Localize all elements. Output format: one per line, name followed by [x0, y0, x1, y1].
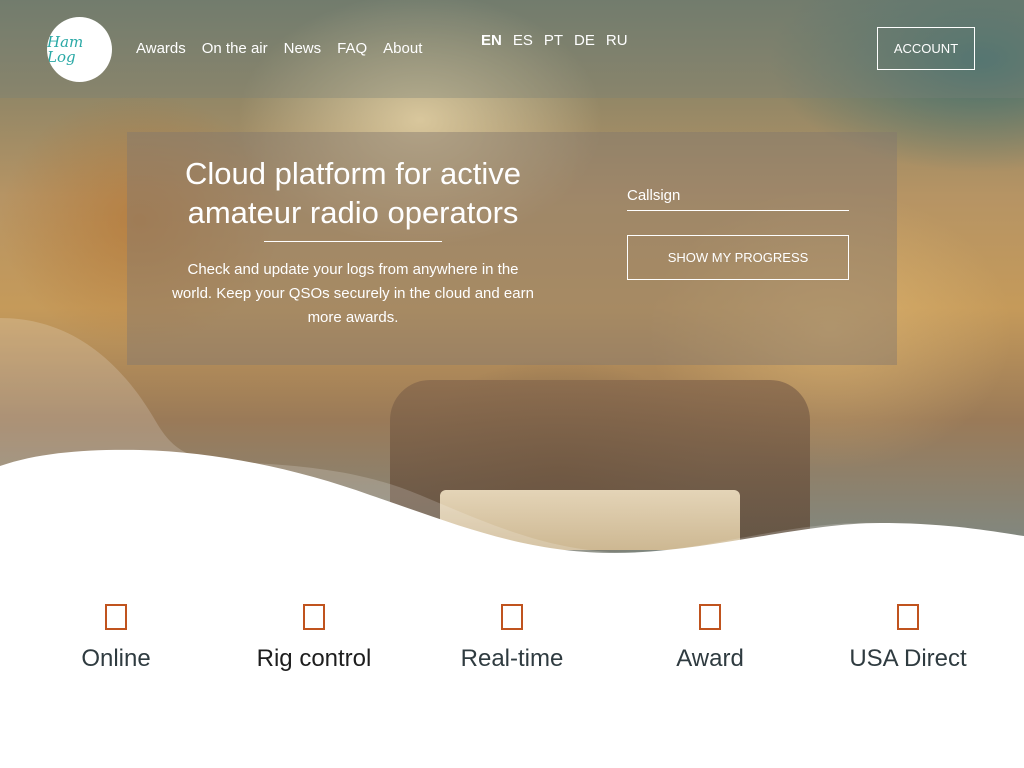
lang-ru[interactable]: RU — [606, 32, 628, 49]
title-divider — [264, 241, 442, 242]
nav-link-about[interactable]: About — [383, 40, 422, 57]
lang-de[interactable]: DE — [574, 32, 595, 49]
rig-icon — [303, 604, 325, 630]
feature-title: Online — [81, 645, 151, 672]
callsign-input[interactable] — [627, 180, 849, 211]
award-icon — [699, 604, 721, 630]
lang-en[interactable]: EN — [481, 32, 502, 49]
clock-icon — [501, 604, 523, 630]
feature-title: USA Direct — [849, 645, 967, 672]
nav-link-on-the-air[interactable]: On the air — [202, 40, 268, 57]
language-switcher: EN ES PT DE RU — [481, 32, 628, 49]
feature-online: Online — [17, 600, 215, 679]
feature-title: Award — [676, 645, 744, 672]
hero-description: Check and update your logs from anywhere… — [172, 261, 534, 326]
account-button[interactable]: ACCOUNT — [877, 27, 975, 70]
lang-es[interactable]: ES — [513, 32, 533, 49]
feature-award: Award — [611, 600, 809, 679]
hero-card: Cloud platform for active amateur radio … — [127, 132, 897, 365]
nav-link-faq[interactable]: FAQ — [337, 40, 367, 57]
hero-title: Cloud platform for active amateur radio … — [185, 156, 521, 230]
nav-link-news[interactable]: News — [284, 40, 322, 57]
cloud-icon — [105, 604, 127, 630]
navbar: Ham Log Awards On the air News FAQ About… — [0, 0, 1024, 98]
logo-text: Ham Log — [47, 32, 84, 66]
feature-real-time: Real-time — [413, 600, 611, 679]
main-nav: Awards On the air News FAQ About — [136, 40, 422, 57]
usa-icon — [897, 604, 919, 630]
show-progress-button[interactable]: SHOW MY PROGRESS — [627, 235, 849, 280]
feature-rig-control: Rig control — [215, 600, 413, 679]
feature-usa-direct: USA Direct — [809, 600, 1007, 679]
lang-pt[interactable]: PT — [544, 32, 563, 49]
nav-link-awards[interactable]: Awards — [136, 40, 186, 57]
feature-title: Rig control — [256, 645, 372, 672]
feature-title: Real-time — [460, 645, 564, 672]
hamlog-logo[interactable]: Ham Log — [47, 17, 112, 82]
features-section: Online Rig control Real-time Award USA D… — [0, 600, 1024, 768]
